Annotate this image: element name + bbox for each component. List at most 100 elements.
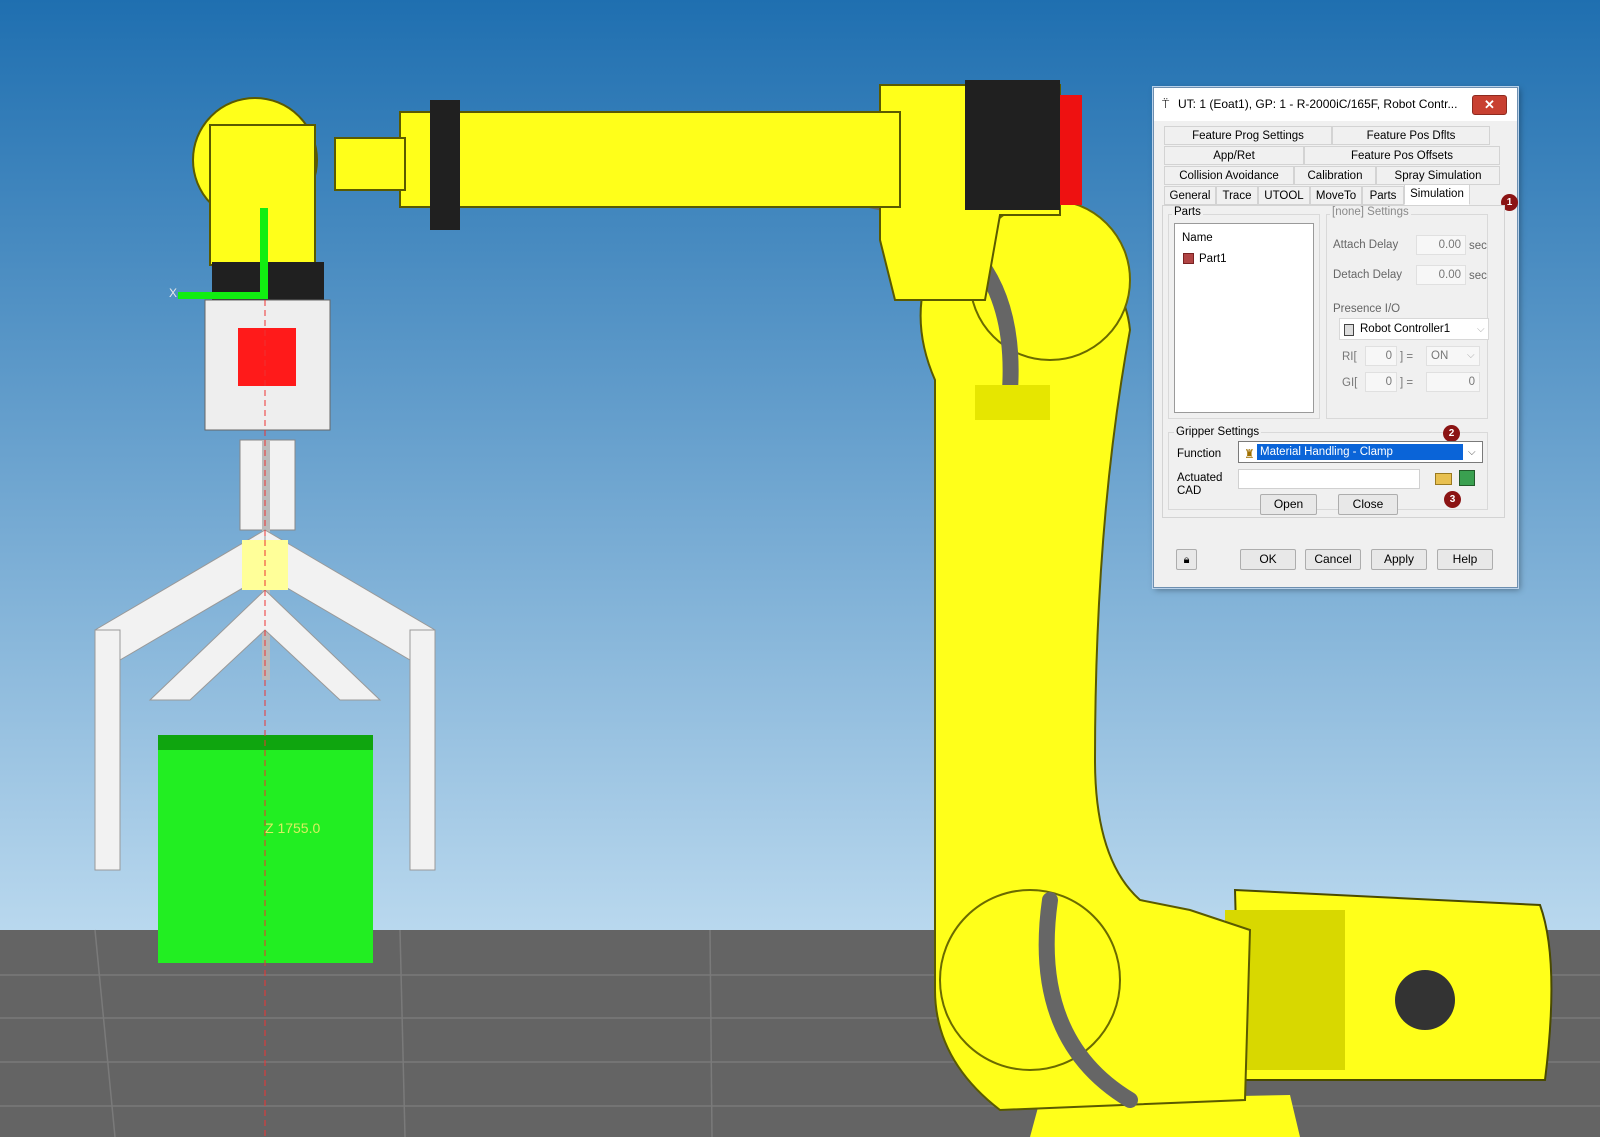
- tab-label: Feature Prog Settings: [1192, 130, 1304, 142]
- list-item[interactable]: Part1: [1183, 252, 1303, 268]
- import-cad-button[interactable]: [1456, 466, 1478, 488]
- tool-properties-dialog[interactable]: ⍡ UT: 1 (Eoat1), GP: 1 - R-2000iC/165F, …: [1153, 87, 1518, 588]
- chevron-down-icon: ⌵: [1477, 324, 1485, 335]
- tab-calibration[interactable]: Calibration: [1294, 166, 1376, 185]
- ri-value-select[interactable]: ON ⌵: [1426, 346, 1480, 366]
- tab-feature-prog-settings[interactable]: Feature Prog Settings: [1164, 126, 1332, 145]
- actuated-cad-label-line1: Actuated: [1177, 472, 1223, 484]
- detach-delay-label: Detach Delay: [1333, 269, 1403, 281]
- part-name: Part1: [1199, 253, 1227, 265]
- apply-label: Apply: [1383, 552, 1415, 566]
- chevron-down-icon: ⌵: [1468, 447, 1476, 458]
- function-select[interactable]: ♜ Material Handling - Clamp ⌵: [1238, 441, 1483, 463]
- attach-delay-field[interactable]: 0.00: [1416, 235, 1466, 255]
- badge-number: 3: [1449, 494, 1456, 505]
- ri-value: ON: [1431, 350, 1449, 362]
- lock-button[interactable]: 🔒︎: [1176, 549, 1197, 570]
- tab-feature-pos-dflts[interactable]: Feature Pos Dflts: [1332, 126, 1490, 145]
- attach-delay-label: Attach Delay: [1333, 239, 1399, 251]
- parts-list[interactable]: Name Part1: [1174, 223, 1314, 413]
- attach-delay-value: 0.00: [1438, 239, 1461, 251]
- gripper-icon: ♜: [1244, 447, 1255, 461]
- part-icon: [1183, 253, 1194, 264]
- tab-label: Spray Simulation: [1394, 170, 1482, 182]
- tab-moveto[interactable]: MoveTo: [1310, 186, 1362, 205]
- ri-index-field[interactable]: 0: [1365, 346, 1397, 366]
- close-icon: ✕: [1484, 97, 1495, 112]
- cancel-button[interactable]: Cancel: [1305, 549, 1361, 570]
- browse-cad-button[interactable]: [1432, 468, 1454, 488]
- open-label: Open: [1273, 497, 1304, 511]
- close-label: Close: [1352, 497, 1384, 511]
- gripper-settings-label: Gripper Settings: [1174, 426, 1262, 438]
- tab-simulation[interactable]: Simulation: [1404, 184, 1470, 205]
- chevron-down-icon: ⌵: [1467, 350, 1475, 361]
- detach-delay-unit: sec: [1469, 270, 1487, 282]
- tab-label: MoveTo: [1315, 190, 1357, 202]
- tab-trace[interactable]: Trace: [1216, 186, 1258, 205]
- z-readout: Z 1755.0: [265, 820, 320, 836]
- lock-icon: 🔒︎: [1183, 554, 1190, 566]
- controller-select[interactable]: Robot Controller1 ⌵: [1339, 318, 1489, 340]
- cancel-label: Cancel: [1314, 552, 1352, 566]
- presence-io-label: Presence I/O: [1333, 303, 1401, 315]
- tab-collision-avoidance[interactable]: Collision Avoidance: [1164, 166, 1294, 185]
- tab-label: Feature Pos Dflts: [1366, 130, 1456, 142]
- tab-label: Collision Avoidance: [1179, 170, 1279, 182]
- ri-equals: ] =: [1400, 351, 1414, 363]
- ok-button[interactable]: OK: [1240, 549, 1296, 570]
- badge-number: 2: [1448, 428, 1455, 439]
- robot-upper-arm: [399, 111, 901, 208]
- help-label: Help: [1452, 552, 1478, 566]
- help-button[interactable]: Help: [1437, 549, 1493, 570]
- dialog-title: UT: 1 (Eoat1), GP: 1 - R-2000iC/165F, Ro…: [1178, 97, 1458, 111]
- callout-badge-2: 2: [1443, 425, 1460, 442]
- actuated-cad-label-line2: CAD: [1177, 485, 1202, 497]
- attach-delay-unit: sec: [1469, 240, 1487, 252]
- tab-parts[interactable]: Parts: [1362, 186, 1404, 205]
- dialog-titlebar[interactable]: ⍡ UT: 1 (Eoat1), GP: 1 - R-2000iC/165F, …: [1154, 88, 1517, 121]
- tab-label: Parts: [1369, 190, 1397, 202]
- function-value: Material Handling - Clamp: [1257, 444, 1463, 460]
- controller-value: Robot Controller1: [1360, 323, 1451, 335]
- parts-group-label: Parts: [1172, 206, 1203, 218]
- badge-number: 1: [1506, 197, 1513, 208]
- actuated-cad-input[interactable]: [1238, 469, 1420, 489]
- gi-label: GI[: [1342, 377, 1358, 389]
- tab-label: Simulation: [1410, 188, 1464, 200]
- tab-label: General: [1169, 190, 1211, 202]
- controller-icon: [1344, 324, 1354, 336]
- tab-spray-simulation[interactable]: Spray Simulation: [1376, 166, 1500, 185]
- folder-icon: [1435, 473, 1452, 485]
- detach-delay-value: 0.00: [1438, 269, 1461, 281]
- open-button[interactable]: Open: [1260, 494, 1317, 515]
- tab-label: Feature Pos Offsets: [1350, 150, 1454, 162]
- robot-tool-icon: ⍡: [1162, 97, 1170, 111]
- ri-label: RI[: [1342, 351, 1357, 363]
- ok-label: OK: [1259, 552, 1277, 566]
- parts-list-header: Name: [1182, 232, 1213, 244]
- close-gripper-button[interactable]: Close: [1338, 494, 1398, 515]
- tab-label: Calibration: [1307, 170, 1363, 182]
- tab-utool[interactable]: UTOOL: [1258, 186, 1310, 205]
- gi-index-field[interactable]: 0: [1365, 372, 1397, 392]
- callout-badge-3: 3: [1444, 491, 1461, 508]
- tab-feature-pos-offsets[interactable]: Feature Pos Offsets: [1304, 146, 1500, 165]
- tab-label: App/Ret: [1213, 150, 1255, 162]
- gi-index-value: 0: [1385, 376, 1392, 388]
- function-label: Function: [1177, 448, 1222, 460]
- gi-value: 0: [1468, 376, 1475, 388]
- detach-delay-field[interactable]: 0.00: [1416, 265, 1466, 285]
- tab-label: UTOOL: [1264, 190, 1304, 202]
- part-box[interactable]: [158, 735, 373, 963]
- settings-group-label: [none] Settings: [1330, 206, 1411, 218]
- cad-import-icon: [1459, 470, 1475, 486]
- tab-general[interactable]: General: [1164, 186, 1216, 205]
- gi-value-field[interactable]: 0: [1426, 372, 1480, 392]
- tab-app-ret[interactable]: App/Ret: [1164, 146, 1304, 165]
- tab-label: Trace: [1222, 190, 1252, 202]
- tool-axis-label: X: [169, 286, 177, 300]
- apply-button[interactable]: Apply: [1371, 549, 1427, 570]
- close-button[interactable]: ✕: [1472, 95, 1507, 115]
- ri-index-value: 0: [1385, 350, 1392, 362]
